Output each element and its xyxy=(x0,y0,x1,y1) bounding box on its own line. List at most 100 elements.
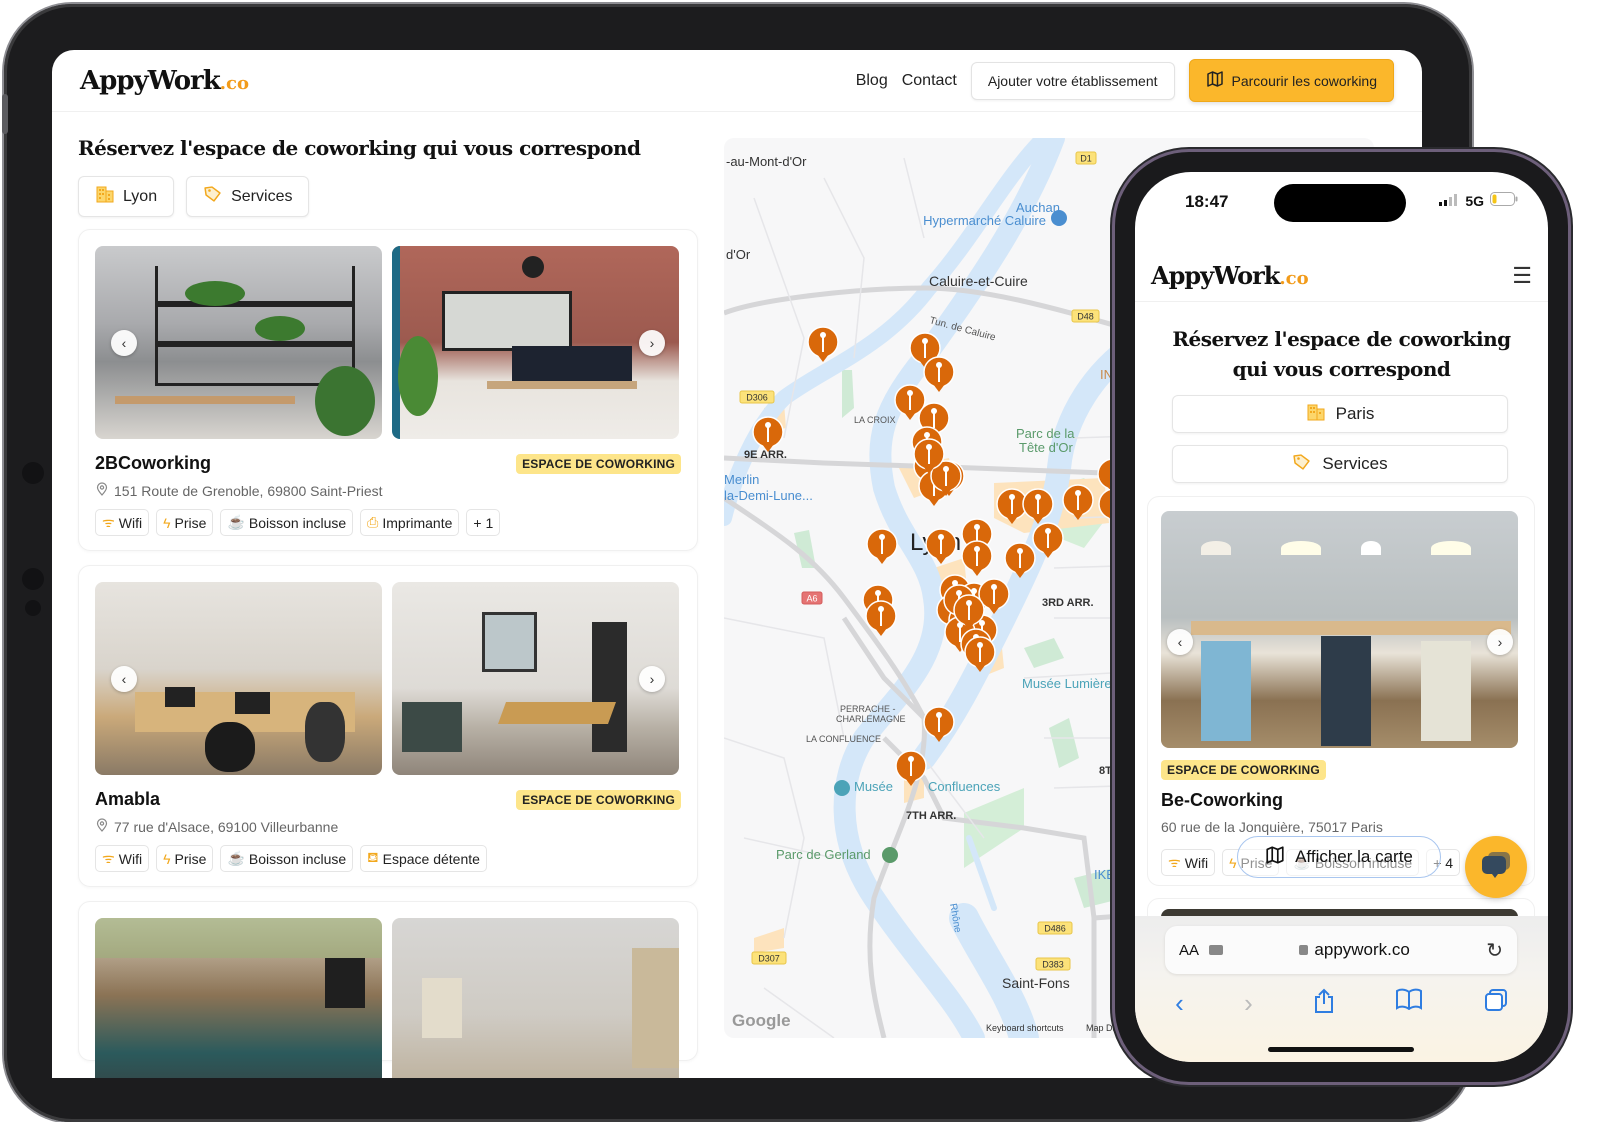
show-map-button[interactable]: Afficher la carte xyxy=(1237,836,1441,878)
iphone-screen: 18:47 5G AppyWork.co ☰ Réservez l'espace… xyxy=(1135,172,1548,1062)
logo[interactable]: AppyWork.co xyxy=(80,66,249,96)
top-nav: AppyWork.co Blog Contact Ajouter votre é… xyxy=(52,50,1422,112)
coworking-map-marker[interactable] xyxy=(923,356,955,392)
lightning-icon: ϟ xyxy=(163,514,171,531)
listing-photo[interactable] xyxy=(95,918,382,1078)
add-establishment-button[interactable]: Ajouter votre établissement xyxy=(970,61,1175,100)
svg-text:D486: D486 xyxy=(1044,924,1066,934)
listing-photo[interactable] xyxy=(95,246,382,439)
tag-icon xyxy=(203,184,223,209)
tag-icon xyxy=(1292,452,1312,477)
forward-icon[interactable]: › xyxy=(1244,988,1253,1019)
carousel-next-button[interactable]: › xyxy=(639,665,665,692)
show-map-label: Afficher la carte xyxy=(1295,847,1413,866)
amenity-tag: ϟPrise xyxy=(156,509,214,536)
more-amenities-tag[interactable]: + 1 xyxy=(466,509,501,536)
services-filter[interactable]: Services xyxy=(1172,445,1508,483)
iphone-frame: 18:47 5G AppyWork.co ☰ Réservez l'espace… xyxy=(1115,152,1568,1082)
map-poi-label: Merlin xyxy=(724,472,759,487)
listing-address: 77 rue d'Alsace, 69100 Villeurbanne xyxy=(114,818,339,835)
listing-photo[interactable] xyxy=(392,918,679,1078)
carousel-next-button[interactable]: › xyxy=(639,329,665,356)
text-size-button[interactable]: AA xyxy=(1179,942,1199,959)
listing-address: 151 Route de Grenoble, 69800 Saint-Pries… xyxy=(114,482,383,499)
carousel-next-button[interactable]: › xyxy=(1487,629,1513,655)
map-poi-label: Musée xyxy=(854,779,893,794)
road-shield: A6 xyxy=(801,591,823,605)
map-label: d'Or xyxy=(726,247,751,262)
listing-photo[interactable] xyxy=(392,582,679,775)
carousel-prev-button[interactable]: ‹ xyxy=(111,329,137,356)
browse-coworking-button[interactable]: Parcourir les coworking xyxy=(1188,59,1394,102)
services-filter-label: Services xyxy=(1322,454,1388,473)
svg-text:D1: D1 xyxy=(1080,154,1092,164)
map-label: Caluire-et-Cuire xyxy=(929,273,1028,289)
keyboard-shortcuts-link[interactable]: Keyboard shortcuts xyxy=(986,1023,1064,1033)
page-title: Réservez l'espace de coworking qui vous … xyxy=(78,136,641,160)
map-icon xyxy=(1265,845,1285,870)
carousel-prev-button[interactable]: ‹ xyxy=(1167,629,1193,655)
map-poi-label: Musée Lumière xyxy=(1022,676,1112,691)
listing-photo[interactable] xyxy=(1161,511,1518,748)
map-label: CHARLEMAGNE xyxy=(836,714,906,724)
url-text[interactable]: appywork.co xyxy=(1314,940,1409,960)
park-tree-icon xyxy=(882,847,898,863)
status-bar: 18:47 5G xyxy=(1135,192,1548,216)
map-label: Saint-Fons xyxy=(1002,975,1070,991)
building-icon xyxy=(1306,402,1326,427)
ipad-sensor xyxy=(22,462,44,484)
page-title: Réservez l'espace de coworking qui vous … xyxy=(1172,327,1511,381)
listing-card[interactable]: ‹ › ESPACE DE COWORKING Be-Coworking 60 … xyxy=(1147,496,1535,886)
tabs-icon[interactable] xyxy=(1484,988,1508,1019)
building-icon xyxy=(95,184,115,209)
nav-link-contact[interactable]: Contact xyxy=(902,72,957,90)
services-filter-label: Services xyxy=(231,187,293,205)
share-icon[interactable] xyxy=(1313,988,1335,1019)
wifi-icon: ᯤ xyxy=(102,850,115,866)
map-park-label: Parc de Gerland xyxy=(776,847,871,862)
ipad-sensor xyxy=(25,600,41,616)
svg-text:D383: D383 xyxy=(1042,960,1064,970)
back-icon[interactable]: ‹ xyxy=(1175,988,1184,1019)
listing-name[interactable]: Be-Coworking xyxy=(1161,790,1283,811)
listing-card[interactable]: ‹ › xyxy=(78,901,698,1078)
wifi-icon: ᯤ xyxy=(102,514,115,530)
map-poi-label: Confluences xyxy=(928,779,1001,794)
listing-address: 60 rue de la Jonquière, 75017 Paris xyxy=(1161,819,1383,835)
listing-name[interactable]: Amabla xyxy=(95,789,160,810)
map-label: -au-Mont-d'Or xyxy=(726,154,807,169)
hamburger-menu-icon[interactable]: ☰ xyxy=(1512,263,1532,289)
city-filter[interactable]: Paris xyxy=(1172,395,1508,433)
logo[interactable]: AppyWork.co xyxy=(1151,261,1309,290)
nav-link-blog[interactable]: Blog xyxy=(856,72,888,90)
listing-card[interactable]: ‹ › 2BCoworking ESPACE DE COWORKING 151 … xyxy=(78,229,698,551)
ipad-sensor xyxy=(22,568,44,590)
svg-text:D307: D307 xyxy=(758,954,780,964)
city-filter[interactable]: Lyon xyxy=(78,176,175,217)
listing-photo[interactable] xyxy=(392,246,679,439)
lightning-icon: ϟ xyxy=(163,850,171,867)
coworking-map-marker[interactable] xyxy=(961,540,993,576)
svg-text:D306: D306 xyxy=(746,393,768,403)
location-pin-icon xyxy=(95,818,109,835)
safari-toolbar: AA appywork.co ↻ ‹ › xyxy=(1135,916,1548,1062)
carousel-prev-button[interactable]: ‹ xyxy=(111,665,137,692)
sofa-icon: ⛾ xyxy=(367,849,379,865)
address-bar[interactable]: AA appywork.co ↻ xyxy=(1165,926,1517,974)
chat-button[interactable] xyxy=(1465,836,1527,898)
wifi-icon: ᯤ xyxy=(1168,854,1181,870)
extension-icon[interactable] xyxy=(1209,945,1224,955)
map-icon xyxy=(1206,70,1224,91)
bookmarks-icon[interactable] xyxy=(1395,988,1423,1019)
amenity-tag: ϟPrise xyxy=(156,845,214,872)
services-filter[interactable]: Services xyxy=(186,176,310,217)
coworking-map-marker[interactable] xyxy=(866,528,898,564)
map-park-label: Tête d'Or xyxy=(1019,440,1073,455)
reload-icon[interactable]: ↻ xyxy=(1486,938,1503,963)
home-indicator xyxy=(1268,1047,1414,1052)
listing-card[interactable]: ‹ › Amabla ESPACE DE COWORKING 77 rue d'… xyxy=(78,565,698,887)
listing-name[interactable]: 2BCoworking xyxy=(95,453,211,474)
coworking-map-marker[interactable] xyxy=(807,326,839,362)
listing-photo[interactable] xyxy=(95,582,382,775)
location-pin-icon xyxy=(95,482,109,499)
